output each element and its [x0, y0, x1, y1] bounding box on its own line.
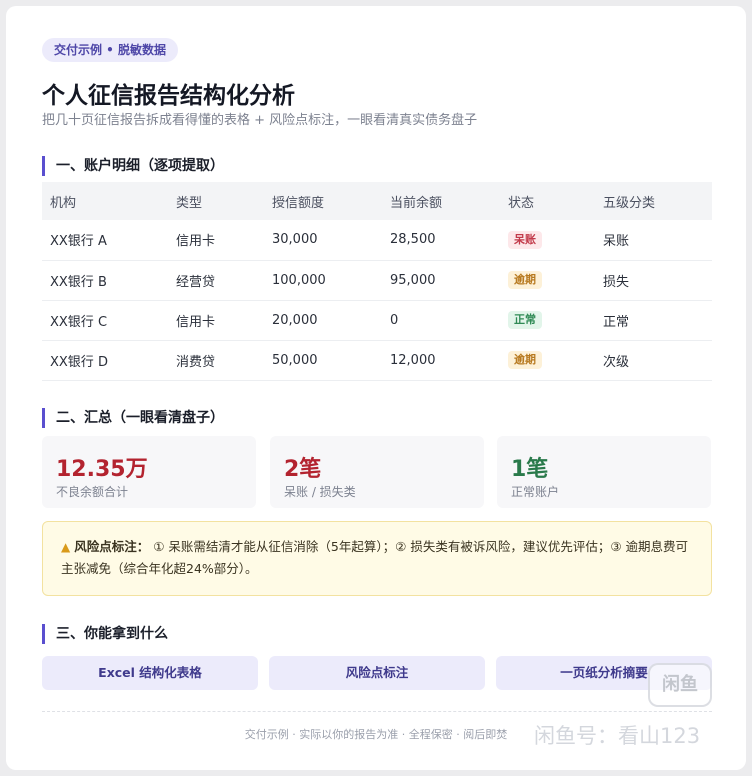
kpi-label: 正常账户 [511, 485, 560, 499]
kpi-value: 2笔 [284, 457, 322, 482]
alert-text: ① 呆账需结清才能从征信消除（5年起算）；② 损失类有被诉风险，建议优先评估；③… [61, 539, 688, 576]
kpi-value: 1笔 [511, 457, 549, 482]
cell-grade: 次级 [595, 340, 712, 381]
status-badge: 逾期 [508, 351, 542, 369]
section-title-summary: 二、汇总（一眼看清盘子） [42, 408, 224, 428]
cell-status: 逾期 [500, 340, 595, 381]
col-header-org: 机构 [42, 182, 168, 220]
cell-type: 经营贷 [168, 260, 264, 301]
kpi-card-bad-balance: 12.35万 不良余额合计 [42, 436, 256, 508]
table-row: XX银行 C 信用卡 20,000 0 正常 正常 [42, 300, 712, 341]
page-title: 个人征信报告结构化分析 [42, 83, 295, 109]
cell-type: 消费贷 [168, 340, 264, 381]
cell-balance: 95,000 [382, 260, 500, 301]
cell-credit: 100,000 [264, 260, 382, 301]
cell-credit: 30,000 [264, 220, 382, 261]
report-card: 交付示例 • 脱敏数据 个人征信报告结构化分析 把几十页征信报告拆成看得懂的表格… [6, 6, 746, 770]
kpi-label: 呆账 / 损失类 [284, 485, 356, 499]
cell-grade: 损失 [595, 260, 712, 301]
kpi-label: 不良余额合计 [56, 485, 129, 499]
col-header-grade: 五级分类 [595, 182, 712, 220]
col-header-type: 类型 [168, 182, 264, 220]
cell-credit: 50,000 [264, 340, 382, 381]
cell-status: 逾期 [500, 260, 595, 301]
status-badge: 逾期 [508, 271, 542, 289]
risk-alert-box: ▲ 风险点标注： ① 呆账需结清才能从征信消除（5年起算）；② 损失类有被诉风险，建… [42, 521, 712, 596]
cell-balance: 0 [382, 300, 500, 341]
cell-grade: 正常 [595, 300, 712, 341]
cell-balance: 28,500 [382, 220, 500, 261]
col-header-credit: 授信额度 [264, 182, 382, 220]
cell-grade: 呆账 [595, 220, 712, 261]
section-title-accounts: 一、账户明细（逐项提取） [42, 156, 224, 176]
cell-credit: 20,000 [264, 300, 382, 341]
table-row: XX银行 A 信用卡 30,000 28,500 呆账 呆账 [42, 220, 712, 261]
cell-balance: 12,000 [382, 340, 500, 381]
kpi-value: 12.35万 [56, 457, 148, 482]
cell-type: 信用卡 [168, 300, 264, 341]
section-title-deliverables: 三、你能拿到什么 [42, 624, 168, 644]
cell-org: XX银行 B [42, 260, 168, 301]
page-subtitle: 把几十页征信报告拆成看得懂的表格 + 风险点标注，一眼看清真实债务盘子 [42, 113, 478, 128]
alert-label: 风险点标注： [74, 539, 150, 554]
status-badge: 呆账 [508, 230, 542, 249]
status-badge: 正常 [508, 311, 542, 329]
warning-icon: ▲ [61, 540, 71, 554]
cell-org: XX银行 D [42, 340, 168, 381]
deliverable-excel: Excel 结构化表格 [42, 656, 258, 690]
deliverable-risk-marks: 风险点标注 [269, 656, 485, 690]
cell-status: 呆账 [500, 220, 595, 261]
table-header-row: 机构 类型 授信额度 当前余额 状态 五级分类 [42, 182, 712, 220]
table-row: XX银行 B 经营贷 100,000 95,000 逾期 损失 [42, 260, 712, 301]
cell-type: 信用卡 [168, 220, 264, 261]
accounts-table: 机构 类型 授信额度 当前余额 状态 五级分类 XX银行 A 信用卡 30,00… [42, 182, 712, 381]
col-header-status: 状态 [500, 182, 595, 220]
watermark-text: 闲鱼号：看山123 [534, 724, 701, 748]
watermark-logo: 闲鱼 [648, 663, 712, 707]
cell-org: XX银行 C [42, 300, 168, 341]
col-header-balance: 当前余额 [382, 182, 500, 220]
kpi-card-normal-accounts: 1笔 正常账户 [497, 436, 711, 508]
table-row: XX银行 D 消费贷 50,000 12,000 逾期 次级 [42, 340, 712, 381]
kpi-card-bad-accounts: 2笔 呆账 / 损失类 [270, 436, 484, 508]
footer-divider [42, 711, 712, 712]
sample-badge: 交付示例 • 脱敏数据 [42, 38, 179, 62]
cell-org: XX银行 A [42, 220, 168, 261]
cell-status: 正常 [500, 300, 595, 341]
